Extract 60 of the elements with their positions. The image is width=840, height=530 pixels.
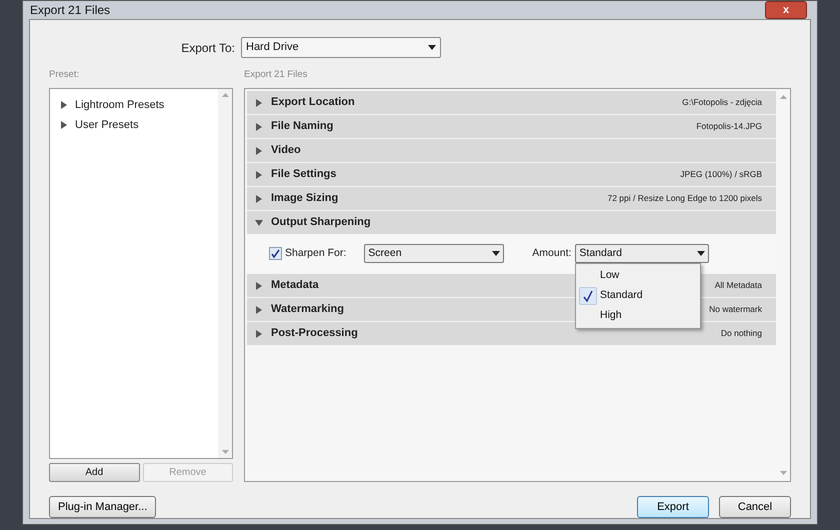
- plugin-manager-button[interactable]: Plug-in Manager...: [49, 496, 156, 518]
- caret-icon: [428, 45, 436, 50]
- expand-triangle-icon: [255, 194, 263, 202]
- section-header[interactable]: Output Sharpening: [247, 211, 776, 234]
- cancel-button[interactable]: Cancel: [719, 496, 791, 518]
- preset-item[interactable]: Lightroom Presets: [60, 95, 218, 115]
- scrollbar[interactable]: [218, 89, 232, 458]
- amount-dropdown[interactable]: Standard: [575, 244, 710, 263]
- section-title: File Naming: [271, 119, 334, 134]
- section-title: File Settings: [271, 167, 336, 182]
- export-to-dropdown[interactable]: Hard Drive: [241, 37, 441, 58]
- expand-triangle-icon: [255, 146, 263, 154]
- check-icon: [583, 290, 593, 302]
- expand-triangle-icon: [255, 330, 263, 338]
- section-summary: G:\Fotopolis - zdjęcia: [682, 96, 763, 109]
- window-title: Export 21 Files: [30, 2, 110, 19]
- scroll-down-icon[interactable]: [780, 471, 786, 475]
- export-button[interactable]: Export: [637, 496, 709, 518]
- close-button[interactable]: x: [765, 1, 807, 19]
- section-title: Image Sizing: [271, 191, 338, 206]
- scroll-down-icon[interactable]: [222, 450, 228, 454]
- checkbox[interactable]: [269, 247, 282, 260]
- section-header[interactable]: Image Sizing 72 ppi / Resize Long Edge to 1200 pixels: [247, 187, 776, 210]
- section-header[interactable]: Export Location G:\Fotopolis - zdjęcia: [247, 91, 776, 114]
- preset-label: Preset:: [49, 68, 80, 82]
- collapse-triangle-icon: [255, 218, 263, 226]
- section-title: Metadata: [271, 278, 319, 294]
- section-title: Watermarking: [271, 302, 344, 318]
- caret-icon: [697, 251, 706, 256]
- section-summary: 72 ppi / Resize Long Edge to 1200 pixels: [607, 192, 763, 205]
- section-header[interactable]: File Naming Fotopolis-14.JPG: [247, 115, 776, 138]
- section-summary: JPEG (100%) / sRGB: [680, 168, 763, 181]
- preset-item[interactable]: User Presets: [60, 115, 218, 135]
- sharpen-for-dropdown[interactable]: Screen: [364, 244, 504, 263]
- section-title: Output Sharpening: [271, 215, 371, 230]
- expand-triangle-icon: [255, 306, 263, 314]
- amount-label: Amount:: [532, 246, 572, 261]
- expand-triangle-icon: [255, 170, 263, 178]
- panel-heading: Export 21 Files: [244, 68, 308, 82]
- expand-triangle-icon: [255, 282, 263, 290]
- section-summary: Do nothing: [720, 327, 763, 340]
- section-title: Export Location: [271, 95, 355, 110]
- section-summary: Fotopolis-14.JPG: [696, 120, 763, 133]
- section-title: Video: [271, 143, 301, 158]
- section-header[interactable]: Post-Processing Do nothing: [247, 322, 776, 345]
- section-summary: All Metadata: [714, 279, 763, 292]
- preset-button[interactable]: Add: [49, 463, 140, 482]
- expand-triangle-icon: [255, 122, 263, 130]
- section-header[interactable]: File Settings JPEG (100%) / sRGB: [247, 163, 776, 186]
- section-summary: No watermark: [709, 303, 763, 316]
- scroll-up-icon[interactable]: [222, 93, 228, 97]
- section-header[interactable]: Video: [247, 139, 776, 162]
- caret-icon: [492, 251, 500, 256]
- expand-triangle-icon: [60, 101, 68, 109]
- expand-triangle-icon: [60, 121, 68, 129]
- section-title: Post-Processing: [271, 326, 358, 342]
- expand-triangle-icon: [255, 98, 263, 106]
- export-to-label: Export To:: [180, 40, 235, 56]
- scroll-up-icon[interactable]: [780, 95, 786, 99]
- checkbox-label: Sharpen For:: [285, 246, 346, 261]
